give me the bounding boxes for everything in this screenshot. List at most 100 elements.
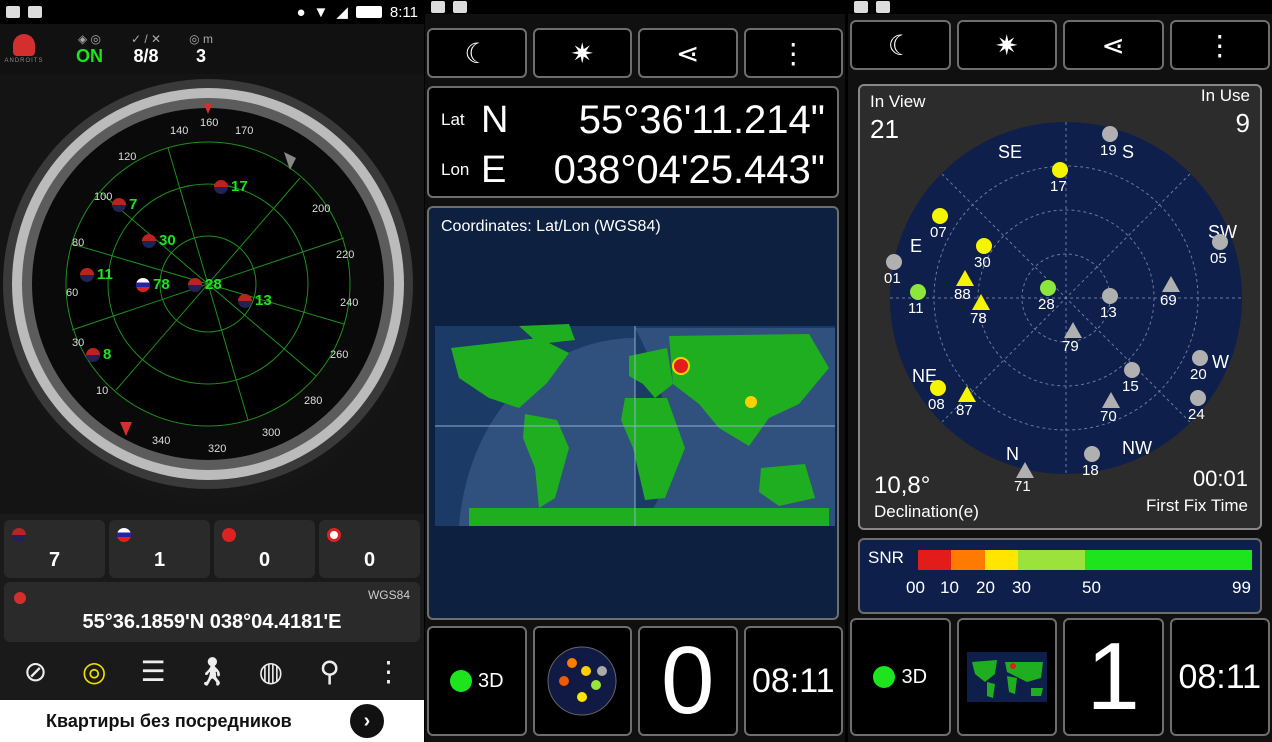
sats-value: 8/8 [133,45,159,66]
time-box[interactable]: 08:11 [743,626,843,736]
lon-hemisphere: E [481,148,507,191]
svg-text:170: 170 [235,125,253,137]
android-logo[interactable]: ANDROITS [0,24,48,74]
us-flag-icon [12,528,26,542]
snr-color-bar [918,550,1252,570]
night-mode-button[interactable]: ☾ [427,28,527,78]
status-bar [848,0,1272,14]
bottom-status-row: 3D 1 08:11 [850,618,1270,736]
compass-radar[interactable]: 160 170 140 120 200 220 240 260 280 300 320 34… [0,74,424,514]
mini-world-map-icon [966,652,1047,702]
svg-text:220: 220 [336,249,354,261]
battery-icon [355,6,382,18]
svg-text:NW: NW [1122,438,1152,458]
fix-indicator-icon [449,670,472,692]
count-glonass-value: 1 [153,549,166,571]
sky-satellite [1052,162,1068,178]
count-gps: 7 [4,520,105,578]
clipboard-icon [28,6,42,18]
sky-satellite-id: 13 [1100,304,1117,321]
svg-text:SE: SE [998,142,1022,162]
more-button[interactable]: ⋮ [743,28,843,78]
compass-satellite: 8 [86,346,111,363]
day-mode-button[interactable]: ✷ [956,20,1057,70]
satellite-count-box[interactable]: 0 [638,626,738,736]
bottom-toolbar: ⊘ ◎ ☰ 🚶︎ ◍ ⚲ ⋮ [0,646,424,696]
ru-flag-icon [136,277,150,292]
lat-label: Lat [441,110,465,129]
first-fix-label: First Fix Time [1146,496,1248,515]
alt-value: 3 [196,45,207,66]
satellite-count: 0 [661,627,715,734]
day-mode-button[interactable]: ✷ [532,28,632,78]
count-beidou: 0 [214,520,315,578]
snr-tick: 10 [940,578,959,597]
sats-icon: ✓ / ✕ [131,31,162,46]
svg-text:W: W [1212,352,1229,372]
night-mode-button[interactable]: ☾ [850,20,951,70]
signal-bars-icon[interactable]: ☰ [134,652,172,690]
declination-value: 10,8° [874,472,931,499]
fix-type-label: 3D [901,665,928,688]
share-button[interactable]: ⋖ [638,28,738,78]
first-fix-value: 00:01 [1192,466,1248,491]
sky-satellite [1190,390,1206,406]
lat-lon-display: Lat N 55°36'11.214" Lon E 038°04'25.443" [427,86,839,198]
sky-satellite-id: 18 [1082,462,1099,479]
signal-icon: ◢ [336,4,348,21]
lat-hemisphere: N [481,98,509,141]
ad-banner[interactable]: Квартиры без посредников › [0,700,424,742]
share-icon: ⋖ [1101,29,1125,61]
sky-satellite [930,380,946,396]
sky-satellite-id: 01 [884,270,901,287]
mini-radar-box[interactable] [532,626,632,736]
sky-satellite-id: 71 [1014,478,1031,495]
latitude-row: Lat N 55°36'11.214" [429,94,837,146]
clipboard-icon [453,1,467,13]
top-button-row: ☾ ✷ ⋖ ⋮ [848,20,1272,70]
sky-plot[interactable]: In View 21 In Use 9 SE SW E NE N NW WS 19 17… [858,84,1262,530]
snr-tick: 99 [1232,578,1251,597]
svg-text:260: 260 [330,349,348,361]
globe-icon[interactable]: ◍ [252,652,290,690]
more-vert-icon[interactable]: ⋮ [369,652,407,690]
time-box[interactable]: 08:11 [1169,618,1270,736]
sky-satellite [1102,126,1118,142]
walk-icon[interactable]: 🚶︎ [193,652,231,690]
sky-satellite [1064,322,1082,338]
radar-icon[interactable]: ◎ [75,652,113,690]
fix-type-box[interactable]: 3D [427,626,527,736]
fix-status: ◈ ◎ ON [76,32,103,67]
fix-type-box[interactable]: 3D [850,618,951,736]
alt-status: ◎ m 3 [189,32,213,67]
compass-satellite: 78 [136,276,170,293]
count-beidou-value: 0 [258,549,271,571]
more-button[interactable]: ⋮ [1169,20,1270,70]
compass-svg: 160 170 140 120 200 220 240 260 280 300 320 34… [3,79,413,489]
sky-satellite-id: 07 [930,224,947,241]
snr-legend: SNR 00 10 20 30 50 99 [858,538,1262,614]
sky-satellite [1102,288,1118,304]
map-pin-icon[interactable]: ⚲ [311,652,349,690]
current-location-marker [672,357,690,375]
moon-icon: ☾ [887,29,913,61]
sky-satellite-id: 15 [1122,378,1139,395]
share-button[interactable]: ⋖ [1063,20,1164,70]
sky-satellite [886,254,902,270]
snr-tick: 30 [1012,578,1031,597]
wifi-icon: ▼ [313,3,329,21]
world-map[interactable]: Coordinates: Lat/Lon (WGS84) [427,206,839,620]
count-glonass: 1 [109,520,210,578]
chevron-right-icon[interactable]: › [350,704,384,738]
sky-satellite [1192,350,1208,366]
snr-tick: 00 [906,578,925,597]
declination-label: Declination(e) [874,502,979,521]
us-flag-icon [214,179,228,194]
compass-icon[interactable]: ⊘ [16,652,54,690]
count-gps-value: 7 [48,549,61,571]
sky-satellite-id: 78 [970,310,987,327]
mini-map-box[interactable] [956,618,1057,736]
alt-unit-label: ◎ m [189,31,213,46]
android-icon [13,34,35,56]
satellite-count-box[interactable]: 1 [1063,618,1164,736]
